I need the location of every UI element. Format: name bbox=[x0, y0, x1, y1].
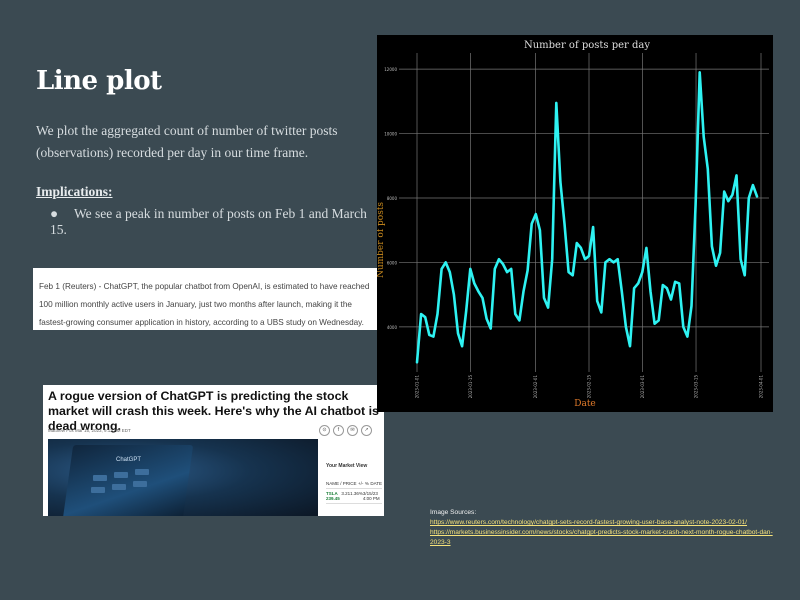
source-link-businessinsider[interactable]: https://markets.businessinsider.com/news… bbox=[430, 528, 775, 548]
y-tick-label: 6000 bbox=[387, 260, 398, 265]
share-icon: ↗ bbox=[361, 425, 372, 436]
y-tick-label: 4000 bbox=[387, 325, 398, 330]
market-cell: 3.21 bbox=[341, 491, 351, 496]
x-tick-label: 2023-02-15 bbox=[587, 375, 592, 399]
image-sources: Image Sources: https://www.reuters.com/t… bbox=[430, 508, 775, 548]
source-link-reuters[interactable]: https://www.reuters.com/technology/chatg… bbox=[430, 518, 775, 528]
market-data-row: TSLA 239.45 3.21 1.36% 3/15/23 4:00 PM bbox=[326, 489, 382, 504]
market-header-row: NAME / PRICE +/- % DATE bbox=[326, 479, 382, 489]
screen-tile bbox=[114, 472, 128, 478]
posts-per-day-chart: Number of posts per day Date Number of p… bbox=[377, 35, 773, 412]
x-tick-label: 2023-02-01 bbox=[533, 375, 538, 399]
market-view-title: Your Market View bbox=[326, 463, 368, 469]
implications-heading: Implications: bbox=[36, 184, 113, 199]
chart-series bbox=[415, 70, 759, 364]
bullet-text: We see a peak in number of posts on Feb … bbox=[50, 206, 367, 237]
chart-svg: Number of posts per day Date Number of p… bbox=[377, 40, 769, 409]
posts-series-line bbox=[415, 70, 759, 364]
slide-title: Line plot bbox=[36, 66, 162, 96]
market-header-cell: +/- bbox=[357, 481, 364, 486]
market-cell: 1.36% bbox=[350, 491, 363, 496]
y-tick-label: 10000 bbox=[384, 132, 397, 137]
screen-tile bbox=[93, 475, 107, 481]
market-cell: TSLA 239.45 bbox=[326, 491, 340, 501]
link-icon: ⊙ bbox=[319, 425, 330, 436]
chart-ticks: 4000 6000 8000 10000 12000 2023-01-01 2023-01-… bbox=[384, 67, 763, 398]
screen-tile bbox=[133, 481, 147, 487]
bi-chatgpt-photo: ChatGPT bbox=[48, 439, 318, 516]
image-sources-label: Image Sources: bbox=[430, 509, 477, 516]
x-tick-label: 2023-03-15 bbox=[694, 375, 699, 399]
chart-title: Number of posts per day bbox=[524, 40, 650, 51]
market-header-cell: % bbox=[364, 481, 369, 486]
email-icon: ✉ bbox=[347, 425, 358, 436]
bi-share-icons: ⊙ f ✉ ↗ bbox=[319, 425, 372, 436]
reuters-article-clip: Feb 1 (Reuters) - ChatGPT, the popular c… bbox=[33, 268, 378, 330]
y-tick-label: 8000 bbox=[387, 196, 398, 201]
slide-body-text: We plot the aggregated count of number o… bbox=[36, 123, 338, 160]
x-tick-label: 2023-03-01 bbox=[640, 375, 645, 399]
chart-x-axis-label: Date bbox=[574, 399, 596, 409]
x-tick-label: 2023-01-01 bbox=[415, 375, 420, 399]
facebook-icon: f bbox=[333, 425, 344, 436]
bi-screen-label: ChatGPT bbox=[116, 457, 142, 463]
y-tick-label: 12000 bbox=[384, 67, 397, 72]
chart-y-axis-label: Number of posts bbox=[377, 202, 386, 278]
screen-tile bbox=[91, 487, 105, 493]
screen-tile bbox=[135, 469, 149, 475]
reuters-article-text: Feb 1 (Reuters) - ChatGPT, the popular c… bbox=[39, 282, 370, 327]
chart-grid bbox=[399, 53, 769, 372]
bi-byline: Matthew Fox Mar 15, 2023, 9:12 AM EDT bbox=[48, 428, 131, 433]
market-header-cell: DATE bbox=[370, 481, 382, 486]
x-tick-label: 2023-04-01 bbox=[759, 375, 764, 399]
business-insider-article-clip: A rogue version of ChatGPT is predicting… bbox=[43, 385, 384, 516]
laptop-screen-image bbox=[62, 445, 194, 516]
screen-tile bbox=[112, 484, 126, 490]
market-cell: 3/15/23 4:00 PM bbox=[362, 491, 380, 501]
implications-bullet: ● We see a peak in number of posts on Feb… bbox=[50, 206, 370, 238]
x-tick-label: 2023-01-15 bbox=[468, 375, 473, 399]
market-header-cell: NAME / PRICE bbox=[326, 481, 357, 486]
bi-market-view: Your Market View NAME / PRICE +/- % DATE… bbox=[326, 463, 382, 504]
bullet-dot-icon: ● bbox=[50, 206, 59, 221]
